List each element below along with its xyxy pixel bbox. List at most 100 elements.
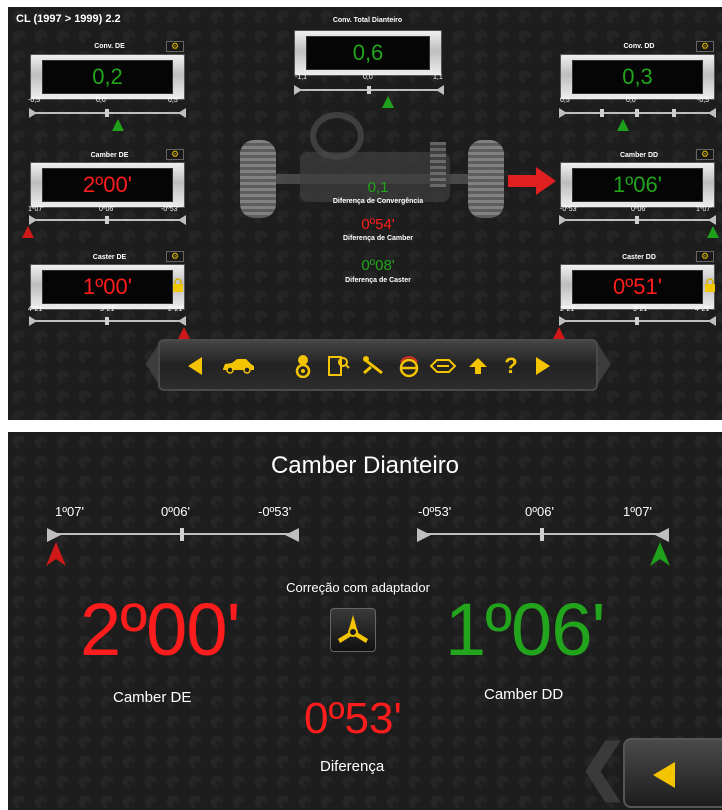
calibration-icon[interactable]: ⚙ — [696, 41, 714, 52]
car-icon — [223, 359, 254, 374]
camber-dd-label: Camber DD — [619, 152, 659, 159]
camber-dd-scale-min: -0º53' — [560, 206, 578, 213]
camber-dd-big-label: Camber DD — [484, 686, 564, 703]
adapter-label: Correção com adaptador — [286, 580, 430, 595]
diff-camber-label: Diferença de Camber — [342, 235, 414, 242]
caster-dd-value: 0º51' — [572, 270, 703, 304]
camber-de-big-value: 2º00' — [80, 588, 241, 671]
detail-back-button[interactable] — [623, 738, 722, 808]
back-area: ❮❮ — [578, 732, 722, 810]
left-wheel — [240, 140, 276, 218]
tools-button[interactable] — [360, 353, 386, 379]
wrench-icon — [363, 356, 383, 375]
left-indicator-icon — [46, 542, 66, 566]
calibration-icon[interactable]: ⚙ — [166, 41, 184, 52]
caster-dd-label: Caster DD — [622, 254, 656, 261]
conv-de-scale-min: -0,5 — [28, 97, 41, 104]
caster-dd-indicator-icon — [553, 327, 565, 339]
vehicle-title: CL (1997 > 1999) 2.2 — [16, 13, 121, 25]
conv-total-scale-mid: 0,0 — [363, 74, 373, 81]
right-scale-max: 1º07' — [623, 504, 652, 519]
conv-total-box: 0,6 — [294, 30, 442, 76]
calibration-icon[interactable]: ⚙ — [696, 149, 714, 160]
next-button[interactable] — [530, 353, 556, 379]
calibration-icon[interactable]: ⚙ — [166, 251, 184, 262]
camber-de-scale-min: 1º07' — [28, 206, 44, 213]
conv-total-value: 0,6 — [306, 36, 430, 70]
lock-icon — [173, 278, 183, 292]
conv-dd-value: 0,3 — [572, 60, 703, 94]
detail-title: Camber Dianteiro — [270, 452, 460, 479]
camber-dd-scale-max: 1º07' — [696, 206, 712, 213]
play-left-icon — [188, 357, 202, 375]
camber-de-big-label: Camber DE — [113, 689, 192, 706]
up-arrow-icon — [469, 358, 487, 374]
right-scale-min: -0º53' — [418, 504, 452, 519]
caster-de-scale-min: 4º21' — [28, 306, 44, 313]
car-button[interactable] — [218, 353, 258, 379]
calibration-icon[interactable]: ⚙ — [696, 251, 714, 262]
adapter-button[interactable] — [330, 608, 376, 652]
suspension-button[interactable] — [428, 353, 458, 379]
caster-de-scale — [29, 315, 186, 329]
caster-dd-scale-max: 4º21' — [695, 306, 711, 313]
diff-caster-label: Diferença de Caster — [345, 277, 411, 284]
camber-dd-indicator-icon — [707, 226, 719, 238]
diff-camber-value: 0º54' — [361, 216, 395, 233]
conv-total-indicator-icon — [382, 96, 394, 108]
camber-dd-scale — [559, 214, 716, 228]
conv-dd-label: Conv. DD — [623, 43, 655, 50]
camber-de-box: 2º00' — [30, 162, 185, 208]
conv-de-label: Conv. DE — [94, 43, 125, 50]
diff-convergencia-value: 0,1 — [367, 179, 389, 196]
caster-de-indicator-icon — [178, 327, 190, 339]
up-button[interactable] — [465, 353, 491, 379]
steering-wheel-icon — [310, 112, 364, 160]
back-button[interactable] — [182, 353, 208, 379]
door-icon — [328, 356, 350, 376]
driver-icon — [295, 355, 311, 378]
conv-de-scale-max: 0,5 — [168, 97, 178, 104]
right-camber-scale — [417, 527, 669, 543]
conv-dd-scale — [559, 107, 716, 121]
driver-button[interactable] — [290, 353, 316, 379]
caster-de-box: 1º00' — [30, 264, 185, 310]
camber-dd-value: 1º06' — [572, 168, 703, 202]
door-search-button[interactable] — [325, 353, 351, 379]
conv-dd-box: 0,3 — [560, 54, 715, 100]
camber-de-indicator-icon — [22, 226, 34, 238]
conv-de-box: 0,2 — [30, 54, 185, 100]
conv-dd-indicator-icon — [617, 119, 629, 131]
steering-wheel-icon — [399, 356, 419, 378]
camber-dd-scale-mid: 0º06' — [631, 206, 647, 213]
suspension-icon — [429, 359, 457, 373]
camber-de-scale — [29, 214, 186, 228]
conv-total-label: Conv. Total Dianteiro — [332, 17, 403, 24]
conv-dd-scale-min: 0,5 — [560, 97, 570, 104]
calibration-icon[interactable]: ⚙ — [166, 149, 184, 160]
play-right-icon — [536, 357, 550, 375]
caster-de-scale-mid: 3º21' — [100, 306, 116, 313]
conv-total-scale-max: 1,1 — [433, 74, 443, 81]
camber-de-scale-max: -0º53' — [161, 206, 179, 213]
right-scale-mid: 0º06' — [525, 504, 554, 519]
caster-de-scale-max: 2º21' — [168, 306, 184, 313]
alignment-overview-panel: CL (1997 > 1999) 2.2 Conv. Total Diantei… — [8, 7, 722, 420]
left-scale-max: -0º53' — [258, 504, 292, 519]
camber-detail-panel: Camber Dianteiro 1º07' 0º06' -0º53' -0º5… — [8, 432, 722, 810]
camber-dd-big-value: 1º06' — [445, 588, 606, 671]
caster-dd-scale-min: 2º21' — [560, 306, 576, 313]
play-left-icon — [653, 762, 675, 788]
caster-dd-scale — [559, 315, 716, 329]
diff-convergencia-label: Diferença de Convergência — [332, 198, 424, 205]
red-arrow-icon — [508, 167, 556, 195]
help-button[interactable]: ? — [498, 353, 524, 379]
steering-button[interactable] — [396, 353, 422, 379]
lock-icon — [705, 278, 715, 292]
caster-dd-scale-mid: 3º21' — [633, 306, 649, 313]
conv-dd-scale-mid: 0,0 — [626, 97, 636, 104]
right-indicator-icon — [650, 542, 670, 566]
caster-de-value: 1º00' — [42, 270, 173, 304]
toolbar: ? — [158, 339, 598, 391]
caster-dd-box: 0º51' — [560, 264, 715, 310]
